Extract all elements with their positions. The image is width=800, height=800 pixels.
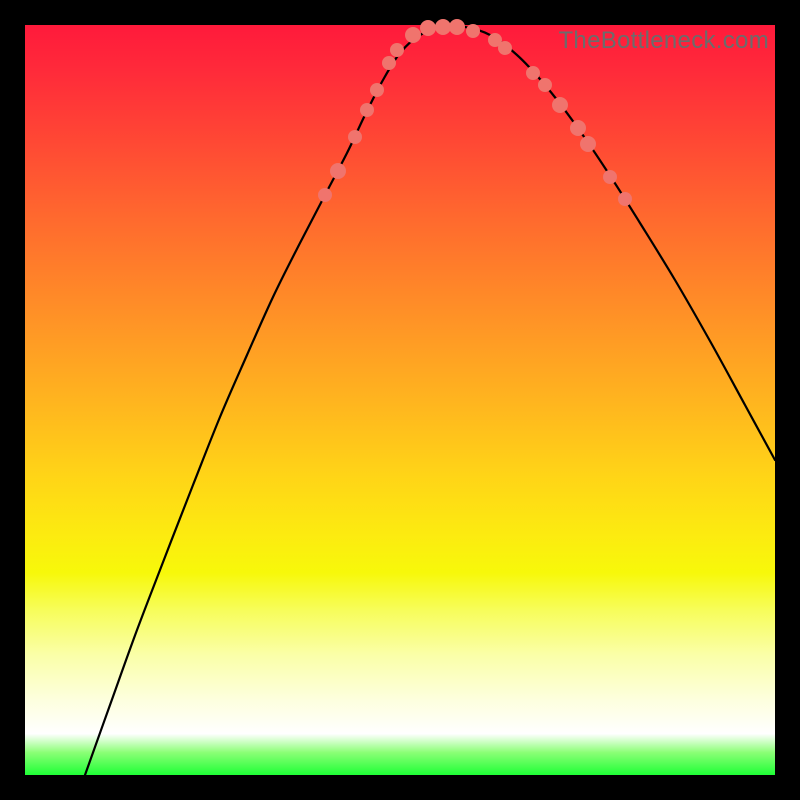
bottleneck-curve-svg: [25, 25, 775, 775]
curve-dot: [330, 163, 346, 179]
curve-dot: [390, 43, 404, 57]
curve-dot: [570, 120, 586, 136]
curve-dot: [552, 97, 568, 113]
curve-dot: [360, 103, 374, 117]
curve-dot: [382, 56, 396, 70]
curve-dot: [405, 27, 421, 43]
plot-area: TheBottleneck.com: [25, 25, 775, 775]
curve-dot: [498, 41, 512, 55]
curve-dot: [318, 188, 332, 202]
curve-dot: [618, 192, 632, 206]
curve-dot: [435, 19, 451, 35]
bottleneck-curve-path: [85, 26, 775, 775]
curve-dot: [348, 130, 362, 144]
curve-dot: [603, 170, 617, 184]
curve-dot: [420, 20, 436, 36]
curve-dot: [580, 136, 596, 152]
chart-frame: TheBottleneck.com: [0, 0, 800, 800]
curve-dot: [466, 24, 480, 38]
curve-dot: [526, 66, 540, 80]
curve-dot: [449, 19, 465, 35]
curve-dots-group: [318, 19, 632, 206]
curve-dot: [538, 78, 552, 92]
curve-dot: [370, 83, 384, 97]
